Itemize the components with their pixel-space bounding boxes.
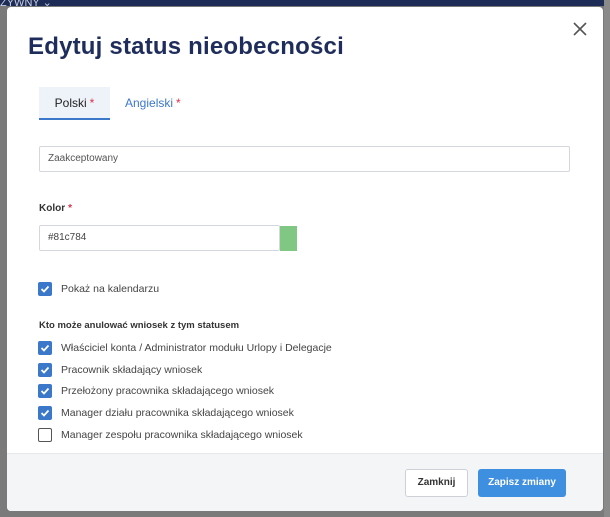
close-button[interactable] — [570, 19, 590, 39]
permission-option-label: Przełożony pracownika składającego wnios… — [61, 385, 275, 397]
show-on-calendar-label: Pokaż na kalendarzu — [61, 283, 160, 295]
permission-option-label: Manager zespołu pracownika składającego … — [61, 429, 303, 441]
tab-angielski[interactable]: Angielski * — [125, 87, 195, 120]
permission-option-label: Pracownik składający wniosek — [61, 364, 203, 376]
color-swatch[interactable] — [280, 226, 297, 251]
status-name-input[interactable]: Zaakceptowany — [39, 146, 570, 172]
permission-option-label: Właściciel konta / Administrator modułu … — [61, 342, 332, 354]
backdrop-side — [604, 0, 610, 517]
modal-footer: Zamknij Zapisz zmiany — [7, 453, 603, 511]
required-mark: * — [89, 96, 95, 110]
cancel-permissions-heading: Kto może anulować wniosek z tym statusem — [39, 320, 240, 331]
tab-polski-label: Polski — [54, 96, 87, 110]
modal-title: Edytuj status nieobecności — [28, 33, 344, 60]
save-changes-button[interactable]: Zapisz zmiany — [478, 469, 566, 497]
close-modal-button[interactable]: Zamknij — [405, 469, 468, 497]
checkbox-unchecked-icon[interactable] — [38, 428, 52, 442]
checkbox-checked-icon[interactable] — [38, 341, 52, 355]
required-mark: * — [68, 203, 73, 214]
checkbox-checked-icon[interactable] — [38, 406, 52, 420]
checkbox-checked-icon[interactable] — [38, 282, 52, 296]
color-hex-input[interactable]: #81c784 — [39, 225, 280, 251]
tab-angielski-label: Angielski — [125, 96, 174, 110]
color-label-text: Kolor — [39, 203, 66, 214]
edit-status-modal: Edytuj status nieobecności Polski * Angie… — [7, 7, 603, 511]
close-icon — [573, 22, 587, 36]
checkbox-checked-icon[interactable] — [38, 363, 52, 377]
color-field-label: Kolor * — [39, 203, 72, 214]
backdrop-header: ŻYWNY ⌄ — [0, 0, 610, 9]
tab-polski[interactable]: Polski * — [39, 87, 110, 120]
checkbox-checked-icon[interactable] — [38, 384, 52, 398]
required-mark: * — [176, 96, 181, 110]
permission-option-label: Manager działu pracownika składającego w… — [61, 407, 294, 419]
